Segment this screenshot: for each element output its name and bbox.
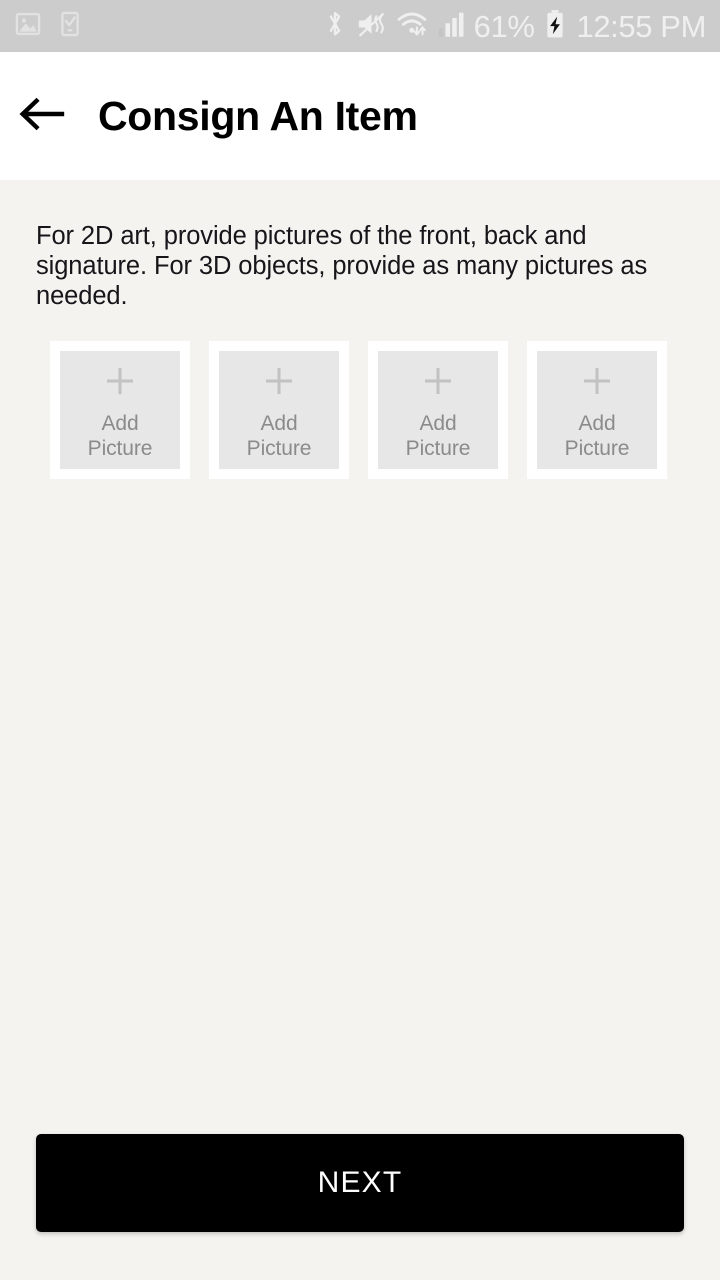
battery-percent-label: 61% — [473, 8, 535, 44]
add-picture-tile-4[interactable]: Add Picture — [527, 341, 667, 480]
bluetooth-icon — [323, 9, 347, 44]
add-picture-tile-4-inner: Add Picture — [537, 351, 657, 470]
arrow-left-icon — [19, 94, 67, 139]
battery-charging-icon — [545, 9, 565, 44]
add-picture-label-line1: Add — [419, 411, 457, 435]
add-picture-tile-3-label: Add Picture — [406, 411, 471, 461]
plus-icon — [417, 360, 459, 407]
add-picture-label-line1: Add — [260, 411, 298, 435]
add-picture-tile-row: Add Picture Add Picture Add Picture Add … — [50, 341, 684, 480]
back-button[interactable] — [0, 52, 78, 180]
add-picture-tile-1-inner: Add Picture — [60, 351, 180, 470]
add-picture-label-line2: Picture — [564, 436, 630, 460]
mute-vibrate-icon — [356, 9, 387, 44]
clock-label: 12:55 PM — [576, 8, 707, 44]
page-title: Consign An Item — [98, 92, 418, 139]
add-picture-tile-4-label: Add Picture — [565, 411, 630, 461]
device-checkmark-icon — [56, 10, 84, 43]
app-screen: 61% 12:55 PM Consign An Item For 2D art,… — [0, 0, 720, 1280]
status-bar: 61% 12:55 PM — [0, 0, 720, 52]
add-picture-tile-2-label: Add Picture — [247, 411, 312, 461]
wifi-icon — [396, 9, 429, 44]
app-header: Consign An Item — [0, 52, 720, 180]
add-picture-label-line1: Add — [578, 411, 616, 435]
status-bar-left-icons — [14, 10, 84, 43]
add-picture-label-line2: Picture — [246, 436, 312, 460]
add-picture-tile-3[interactable]: Add Picture — [368, 341, 508, 480]
next-button[interactable]: NEXT — [36, 1134, 684, 1232]
footer-actions: NEXT — [36, 1134, 684, 1232]
plus-icon — [258, 360, 300, 407]
plus-icon — [576, 360, 618, 407]
add-picture-tile-3-inner: Add Picture — [378, 351, 498, 470]
main-content: For 2D art, provide pictures of the fron… — [0, 180, 720, 1280]
add-picture-label-line2: Picture — [87, 436, 153, 460]
add-picture-label-line1: Add — [101, 411, 139, 435]
plus-icon — [99, 360, 141, 407]
add-picture-tile-2-inner: Add Picture — [219, 351, 339, 470]
cellular-signal-icon — [438, 9, 465, 44]
add-picture-tile-1[interactable]: Add Picture — [50, 341, 190, 480]
add-picture-label-line2: Picture — [405, 436, 471, 460]
instructions-text: For 2D art, provide pictures of the fron… — [36, 222, 648, 311]
add-picture-tile-1-label: Add Picture — [88, 411, 153, 461]
photo-icon — [14, 10, 42, 43]
add-picture-tile-2[interactable]: Add Picture — [209, 341, 349, 480]
status-bar-right-icons: 61% 12:55 PM — [323, 9, 706, 44]
